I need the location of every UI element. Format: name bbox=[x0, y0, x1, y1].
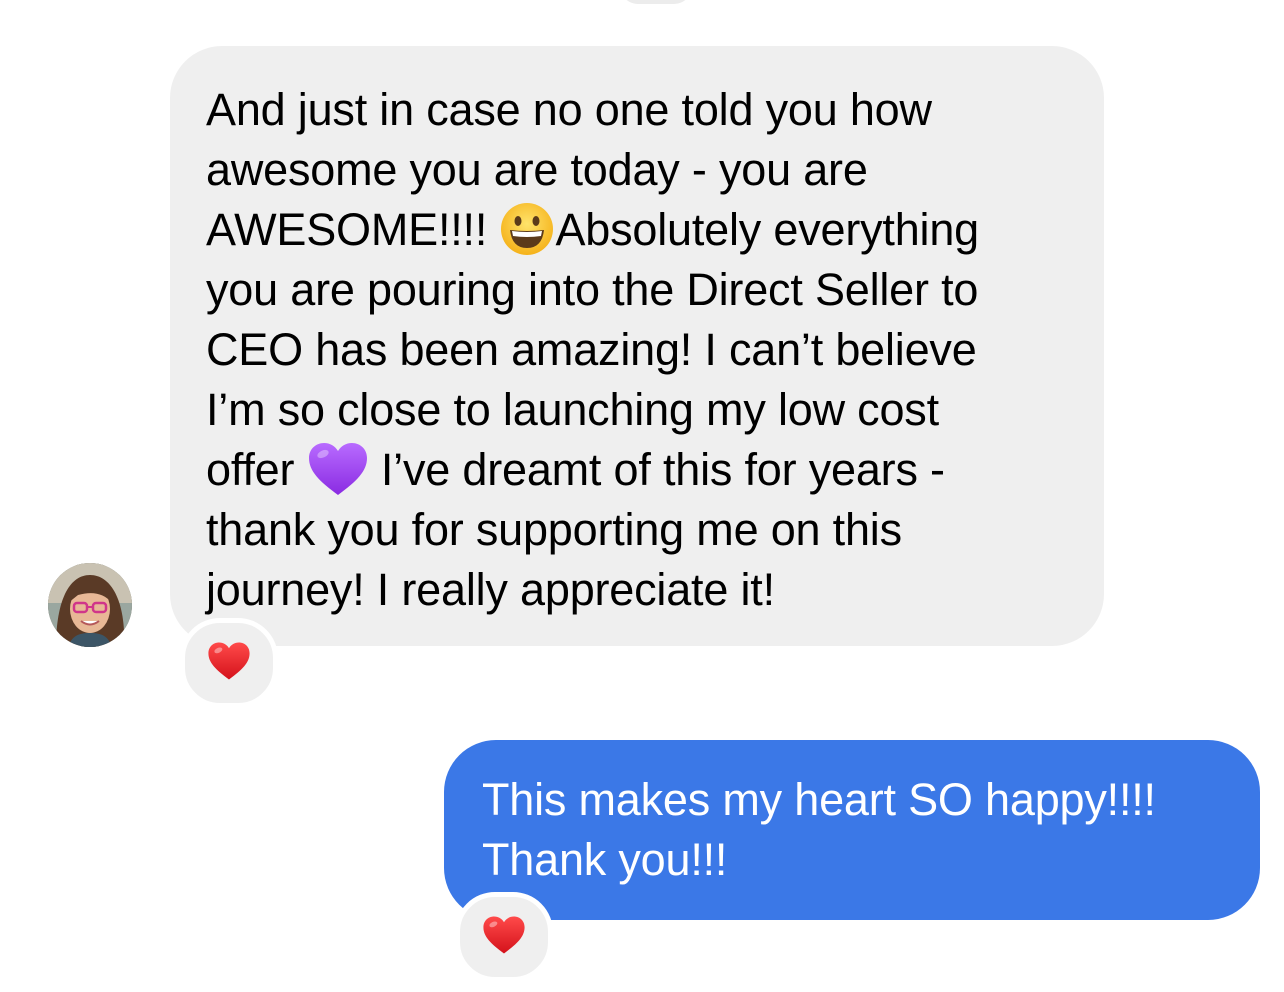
grinning-face-icon bbox=[499, 201, 555, 257]
message-line: journey! I really appreciate it! bbox=[206, 564, 775, 615]
message-text: I’ve dreamt of this for years - bbox=[368, 444, 945, 495]
message-line: thank you for supporting me on this bbox=[206, 504, 902, 555]
purple-heart-icon bbox=[307, 441, 369, 497]
message-text: Absolutely everything bbox=[555, 204, 980, 255]
message-line: And just in case no one told you how bbox=[206, 84, 932, 135]
chat-screen: And just in case no one told you how awe… bbox=[0, 0, 1284, 992]
message-line-with-emoji: AWESOME!!!! Absolutely everything bbox=[206, 200, 1074, 260]
incoming-message-bubble[interactable]: And just in case no one told you how awe… bbox=[170, 46, 1104, 646]
message-line: CEO has been amazing! I can’t believe bbox=[206, 324, 977, 375]
message-line: Thank you!!! bbox=[482, 834, 728, 885]
message-line: you are pouring into the Direct Seller t… bbox=[206, 264, 979, 315]
message-line: I’m so close to launching my low cost bbox=[206, 384, 939, 435]
avatar[interactable] bbox=[48, 563, 132, 647]
message-line: awesome you are today - you are bbox=[206, 144, 868, 195]
red-heart-icon bbox=[482, 915, 526, 960]
message-text: offer bbox=[206, 444, 307, 495]
message-line-with-emoji: offer I’ve dreamt of this for years - bbox=[206, 440, 1074, 500]
outgoing-message-bubble[interactable]: This makes my heart SO happy!!!! Thank y… bbox=[444, 740, 1260, 920]
red-heart-icon bbox=[207, 641, 251, 686]
message-text: AWESOME!!!! bbox=[206, 204, 500, 255]
message-reaction[interactable] bbox=[455, 892, 553, 982]
message-line: This makes my heart SO happy!!!! bbox=[482, 774, 1156, 825]
previous-message-edge bbox=[620, 0, 692, 4]
message-reaction[interactable] bbox=[180, 618, 278, 708]
